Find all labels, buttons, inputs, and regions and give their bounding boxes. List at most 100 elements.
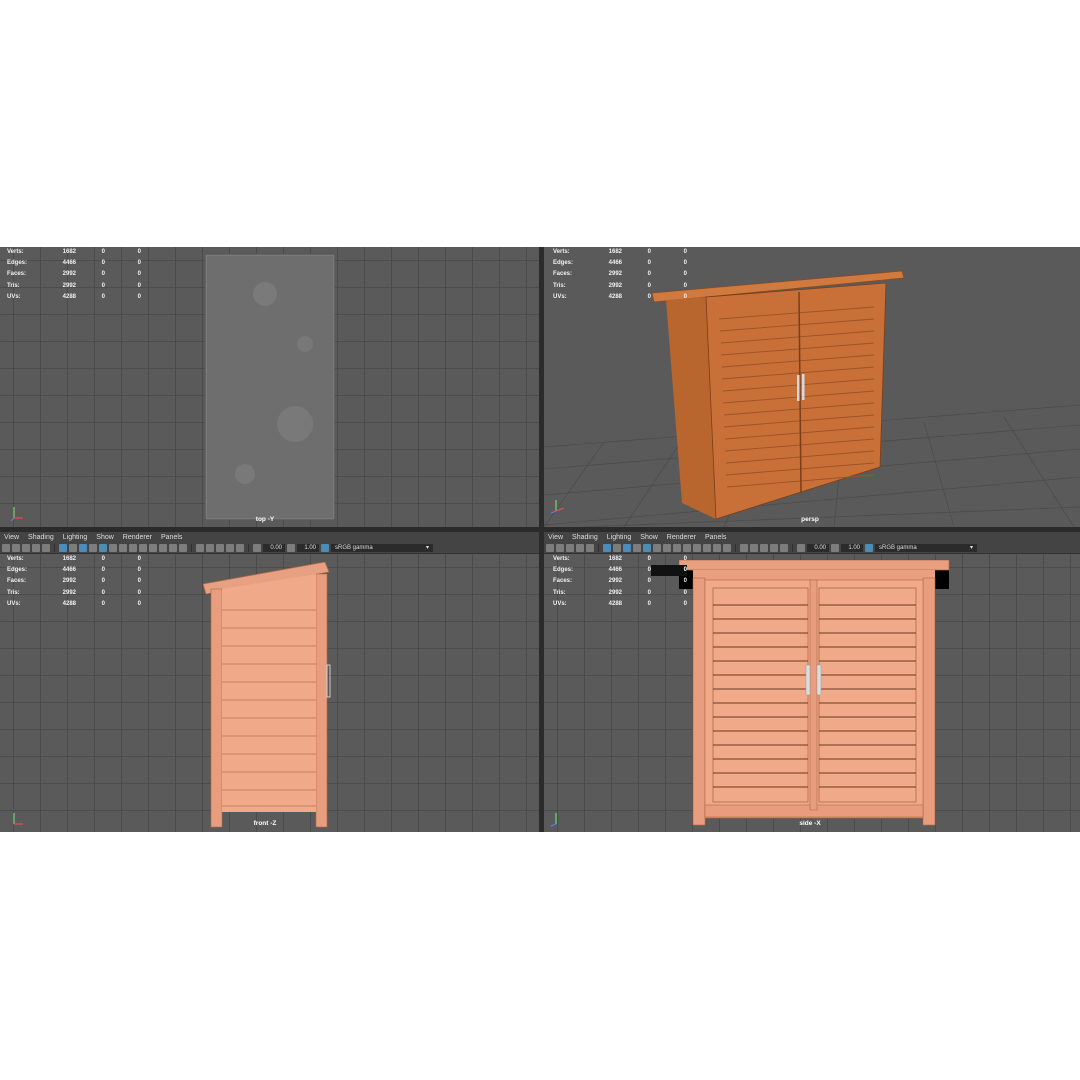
- camera-icon[interactable]: [546, 544, 554, 552]
- display-option-icon[interactable]: [703, 544, 711, 552]
- top-viewport[interactable]: Verts: 1682 0 0 Edges: 4466 0 0 Faces: 2992 0 0 Tris…: [0, 247, 539, 527]
- hud-label: Edges:: [7, 567, 28, 574]
- door-handle-left: [805, 664, 811, 696]
- hud-value: 0: [683, 249, 687, 255]
- axis-gizmo-icon: [550, 813, 557, 827]
- xray-icon[interactable]: [119, 544, 127, 552]
- hud-value: 0: [137, 260, 141, 267]
- menu-show[interactable]: Show: [92, 533, 119, 543]
- hud-value: 2992: [62, 589, 76, 596]
- bookmark-icon[interactable]: [566, 544, 574, 552]
- menu-panels[interactable]: Panels: [701, 533, 731, 543]
- axis-gizmo-icon: [13, 813, 23, 825]
- shading-option-icon[interactable]: [216, 544, 224, 552]
- menu-lighting[interactable]: Lighting: [59, 533, 93, 543]
- menu-shading[interactable]: Shading: [568, 533, 603, 543]
- hud-value: 0: [683, 282, 687, 289]
- color-space-dropdown[interactable]: sRGB gamma ▾: [875, 544, 977, 552]
- hud-row: Faces: 2992 0 0: [7, 269, 141, 280]
- shading-option-icon[interactable]: [750, 544, 758, 552]
- isolate-icon[interactable]: [109, 544, 117, 552]
- camera-icon[interactable]: [2, 544, 10, 552]
- textured-icon[interactable]: [79, 544, 87, 552]
- exposure-field[interactable]: 0.00: [263, 544, 285, 552]
- shading-option-icon[interactable]: [760, 544, 768, 552]
- display-option-icon[interactable]: [149, 544, 157, 552]
- shading-option-icon[interactable]: [780, 544, 788, 552]
- shading-option-icon[interactable]: [740, 544, 748, 552]
- display-option-icon[interactable]: [179, 544, 187, 552]
- color-space-icon[interactable]: [321, 544, 329, 552]
- textured-icon[interactable]: [623, 544, 631, 552]
- color-space-icon[interactable]: [865, 544, 873, 552]
- grid-icon[interactable]: [586, 544, 594, 552]
- lights-icon[interactable]: [633, 544, 641, 552]
- display-option-icon[interactable]: [129, 544, 137, 552]
- color-space-dropdown[interactable]: sRGB gamma ▾: [331, 544, 433, 552]
- hud-value: 4466: [62, 260, 76, 267]
- hud-value: 0: [683, 260, 687, 267]
- camera-attr-icon[interactable]: [12, 544, 20, 552]
- display-option-icon[interactable]: [139, 544, 147, 552]
- camera-attr-icon[interactable]: [556, 544, 564, 552]
- hud-row: UVs: 4288 0 0: [7, 599, 141, 610]
- shading-option-icon[interactable]: [236, 544, 244, 552]
- menu-renderer[interactable]: Renderer: [663, 533, 701, 543]
- shading-option-icon[interactable]: [770, 544, 778, 552]
- wireframe-icon[interactable]: [603, 544, 611, 552]
- toolbar-separator: [248, 544, 249, 552]
- hud-label: Edges:: [7, 260, 28, 267]
- menu-panels[interactable]: Panels: [157, 533, 187, 543]
- display-option-icon[interactable]: [683, 544, 691, 552]
- display-option-icon[interactable]: [693, 544, 701, 552]
- persp-viewport[interactable]: Verts: 1682 0 0 Edges: 4466 0 0 Faces: 2992 0 0 Tris…: [544, 247, 1080, 527]
- smooth-shade-icon[interactable]: [613, 544, 621, 552]
- hud-label: Faces:: [553, 578, 573, 585]
- image-plane-icon[interactable]: [576, 544, 584, 552]
- display-option-icon[interactable]: [159, 544, 167, 552]
- shading-option-icon[interactable]: [226, 544, 234, 552]
- display-option-icon[interactable]: [713, 544, 721, 552]
- front-viewport[interactable]: View Shading Lighting Show Renderer Panels 0.…: [0, 532, 539, 832]
- display-option-icon[interactable]: [169, 544, 177, 552]
- gamma-icon[interactable]: [287, 544, 295, 552]
- shed-front-view-model: [203, 562, 331, 828]
- shadows-icon[interactable]: [643, 544, 651, 552]
- display-option-icon[interactable]: [723, 544, 731, 552]
- menu-view[interactable]: View: [544, 533, 568, 543]
- menu-view[interactable]: View: [0, 533, 24, 543]
- wireframe-icon[interactable]: [59, 544, 67, 552]
- shading-option-icon[interactable]: [206, 544, 214, 552]
- hud-value: 1682: [608, 556, 622, 562]
- menu-shading[interactable]: Shading: [24, 533, 59, 543]
- isolate-icon[interactable]: [653, 544, 661, 552]
- gamma-icon[interactable]: [831, 544, 839, 552]
- exposure-field[interactable]: 0.00: [807, 544, 829, 552]
- exposure-icon[interactable]: [797, 544, 805, 552]
- gamma-field[interactable]: 1.00: [841, 544, 863, 552]
- hud-value: 0: [647, 567, 651, 574]
- menu-renderer[interactable]: Renderer: [119, 533, 157, 543]
- hud-value: 0: [137, 293, 141, 300]
- bookmark-icon[interactable]: [22, 544, 30, 552]
- hud-value: 0: [137, 282, 141, 289]
- hud-value: 0: [137, 589, 141, 596]
- exposure-icon[interactable]: [253, 544, 261, 552]
- xray-icon[interactable]: [663, 544, 671, 552]
- menu-lighting[interactable]: Lighting: [603, 533, 637, 543]
- image-plane-icon[interactable]: [32, 544, 40, 552]
- lights-icon[interactable]: [89, 544, 97, 552]
- hud-row: Faces: 2992 0 0: [553, 269, 687, 280]
- smooth-shade-icon[interactable]: [69, 544, 77, 552]
- hud-value: 4466: [608, 260, 622, 267]
- side-viewport[interactable]: View Shading Lighting Show Renderer Panels 0.…: [544, 532, 1080, 832]
- menu-show[interactable]: Show: [636, 533, 663, 543]
- shading-option-icon[interactable]: [196, 544, 204, 552]
- toolbar-separator: [735, 544, 736, 552]
- grid-icon[interactable]: [42, 544, 50, 552]
- gamma-field[interactable]: 1.00: [297, 544, 319, 552]
- hud-row: UVs: 4288 0 0: [553, 292, 687, 303]
- shadows-icon[interactable]: [99, 544, 107, 552]
- display-option-icon[interactable]: [673, 544, 681, 552]
- hud-value: 1682: [62, 249, 76, 255]
